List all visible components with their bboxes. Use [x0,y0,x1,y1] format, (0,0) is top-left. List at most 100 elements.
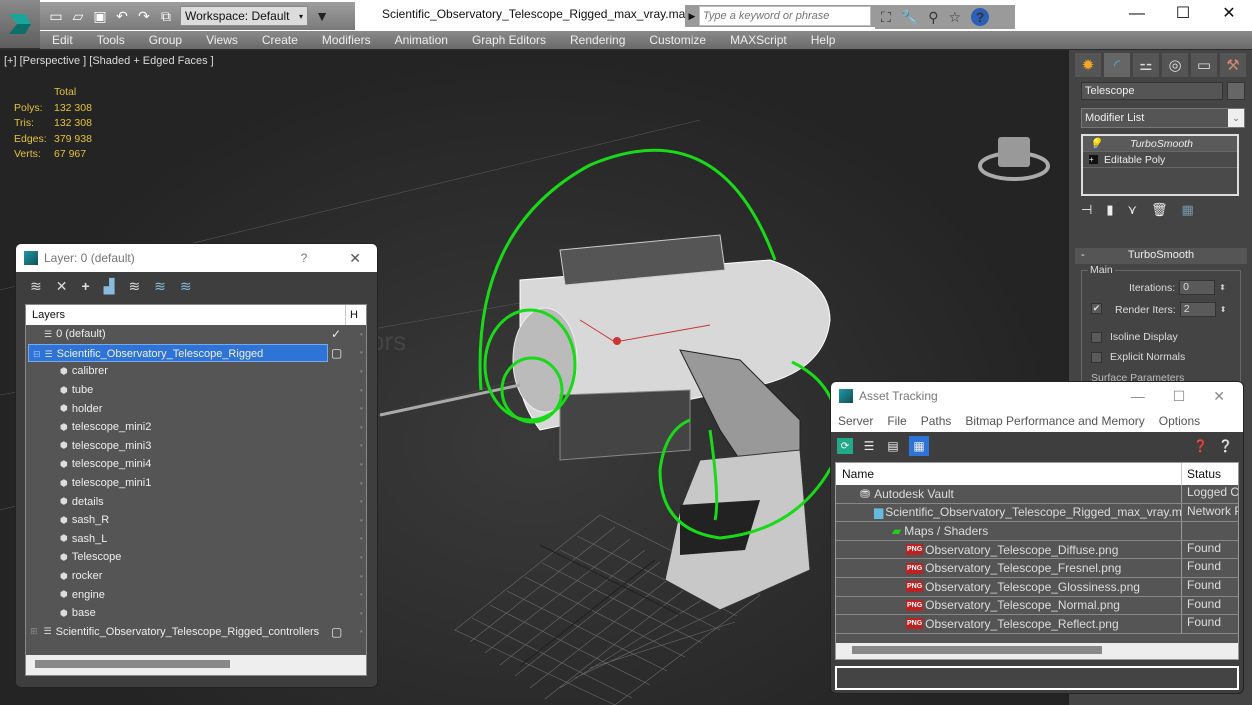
column-name[interactable]: Name [836,463,1182,485]
column-layers[interactable]: Layers [26,305,346,325]
horizontal-scrollbar[interactable] [836,643,1238,659]
asset-row[interactable]: PNG Observatory_Telescope_Diffuse.png Foun… [836,540,1238,560]
save-icon[interactable]: ▣ [92,8,108,24]
make-unique-icon[interactable]: ⋎ [1127,202,1137,218]
create-tab-icon[interactable]: ✹ [1075,53,1101,77]
expand-icon[interactable]: ⊞ [30,626,38,637]
collapse-icon[interactable]: ⊟ [33,349,41,359]
layer-row[interactable]: ⊟ ☰ Scientific_Observatory_Telescope_Rigge… [26,343,366,363]
thumbnail-view-icon[interactable]: ▤ [885,438,901,454]
utilities-tab-icon[interactable]: ⚒ [1220,53,1246,77]
asset-row[interactable]: PNG Observatory_Telescope_Normal.png Found [836,596,1238,616]
viewcube[interactable] [978,137,1050,181]
explicit-normals-checkbox[interactable]: Explicit Normals [1091,351,1185,363]
satellite-icon[interactable]: ⚲ [928,9,938,26]
object-row[interactable]: ⬢ Telescope • [26,548,366,567]
redo-icon[interactable]: ↷ [136,8,152,24]
create-layer-icon[interactable]: ≋ [30,278,42,295]
object-row[interactable]: ⬢ sash_R • [26,511,366,530]
asset-window-titlebar[interactable]: Asset Tracking — ☐ ✕ [831,382,1243,410]
star-icon[interactable]: ☆ [949,9,962,26]
asset-row[interactable]: ▆ Scientific_Observatory_Telescope_Rigged… [836,503,1238,523]
minimize-button[interactable]: — [1131,388,1145,405]
scrollbar-thumb[interactable] [852,646,1102,654]
layer-row[interactable]: ☰ 0 (default) ✓ • [26,325,366,344]
menu-graph-editors[interactable]: Graph Editors [460,33,558,47]
new-file-icon[interactable]: ▭ [48,8,64,24]
object-color-swatch[interactable] [1227,82,1245,100]
object-row[interactable]: ⬢ calibrer • [26,362,366,381]
refresh-icon[interactable]: ⟳ [837,438,853,454]
visibility-toggle[interactable]: ▢ [331,625,342,639]
menu-maxscript[interactable]: MAXScript [718,33,799,47]
active-layer-check-icon[interactable]: ✓ [331,327,341,341]
menu-modifiers[interactable]: Modifiers [310,33,383,47]
project-folder-icon[interactable]: ⧉ [158,8,174,24]
object-row[interactable]: ⬢ base • [26,604,366,623]
help-icon[interactable]: ❓ [1193,439,1208,453]
menu-paths[interactable]: Paths [914,414,959,428]
lightbulb-icon[interactable]: 💡 [1089,136,1102,151]
remove-modifier-icon[interactable]: 🗑 [1151,202,1168,218]
stack-item-turbosmooth[interactable]: 💡 TurboSmooth [1083,136,1237,152]
menu-animation[interactable]: Animation [383,33,460,47]
wrench-icon[interactable]: 🔧 [901,9,918,26]
menu-tools[interactable]: Tools [85,33,137,47]
iterations-spinner[interactable]: Iterations: 0 ⬍ [1129,280,1226,295]
asset-row[interactable]: PNG Observatory_Telescope_Fresnel.png Foun… [836,559,1238,578]
configure-sets-icon[interactable]: ▦ [1182,202,1194,218]
iterations-input[interactable]: 0 [1179,280,1216,295]
select-objects-icon[interactable]: ▟ [104,278,115,295]
help-icon[interactable]: ? [971,8,990,26]
object-row[interactable]: ⬢ details • [26,492,366,511]
asset-row[interactable]: ▰ Maps / Shaders [836,522,1238,541]
binoculars-icon[interactable]: ⛶ [881,9,891,26]
object-row[interactable]: ⬢ holder • [26,399,366,418]
expand-icon[interactable]: + [1089,155,1098,164]
horizontal-scrollbar[interactable] [26,655,366,675]
menu-customize[interactable]: Customize [637,33,718,47]
column-hide[interactable]: H [346,309,358,321]
close-button[interactable]: ✕ [349,250,361,267]
add-to-layer-icon[interactable]: + [81,278,89,294]
list-view-icon[interactable]: ☰ [861,438,877,454]
render-iters-checkbox[interactable]: ✔ [1091,303,1102,314]
asset-row[interactable]: PNG Observatory_Telescope_Reflect.png Foun… [836,615,1238,634]
menu-edit[interactable]: Edit [40,33,85,47]
layer-window-titlebar[interactable]: Layer: 0 (default) ? ✕ [16,244,377,272]
spinner-arrows-icon[interactable]: ⬍ [1219,283,1226,292]
stack-item-editable-poly[interactable]: + Editable Poly [1083,152,1237,168]
open-folder-icon[interactable]: ▱ [70,8,86,24]
menu-views[interactable]: Views [194,33,250,47]
delete-layer-icon[interactable]: ✕ [56,278,68,295]
object-row[interactable]: ⬢ telescope_mini4 • [26,455,366,474]
modify-tab-icon[interactable]: ◜ [1104,53,1130,77]
object-row[interactable]: ⬢ telescope_mini1 • [26,474,366,493]
close-button[interactable]: ✕ [1213,388,1225,405]
asset-row[interactable]: PNG Observatory_Telescope_Glossiness.png F… [836,577,1238,597]
object-row[interactable]: ⬢ rocker • [26,567,366,586]
app-menu-button[interactable] [0,0,40,48]
telescope-model[interactable] [379,234,831,611]
highlight-layer-icon[interactable]: ≋ [154,278,166,295]
object-row[interactable]: ⬢ telescope_mini3 • [26,437,366,456]
minimize-button[interactable]: — [1114,0,1160,30]
close-button[interactable]: ✕ [1206,0,1252,30]
visibility-toggle[interactable]: ▢ [331,346,342,360]
help-button[interactable]: ? [301,251,308,265]
help-alt-icon[interactable]: ❔ [1218,439,1233,453]
asset-row[interactable]: ⛃Autodesk VaultLogged Out [836,485,1238,504]
show-end-result-icon[interactable]: ▮ [1106,202,1113,218]
viewport-label[interactable]: [+] [Perspective ] [Shaded + Edged Faces… [4,55,214,67]
scrollbar-thumb[interactable] [35,660,230,668]
asset-path-field[interactable] [835,666,1239,690]
render-iters-spinner[interactable]: Render Iters: 2 ⬍ [1115,302,1226,317]
object-name-field[interactable]: Telescope [1081,82,1223,100]
menu-server[interactable]: Server [831,414,880,428]
hierarchy-tab-icon[interactable]: ⚍ [1133,53,1159,77]
turbosmooth-rollout-header[interactable]: - TurboSmooth [1075,248,1247,264]
menu-bitmap-performance[interactable]: Bitmap Performance and Memory [958,414,1151,428]
table-view-icon[interactable]: ▦ [909,436,929,456]
display-tab-icon[interactable]: ▭ [1191,53,1217,77]
modifier-list-dropdown[interactable]: Modifier List ⌄ [1081,108,1245,128]
